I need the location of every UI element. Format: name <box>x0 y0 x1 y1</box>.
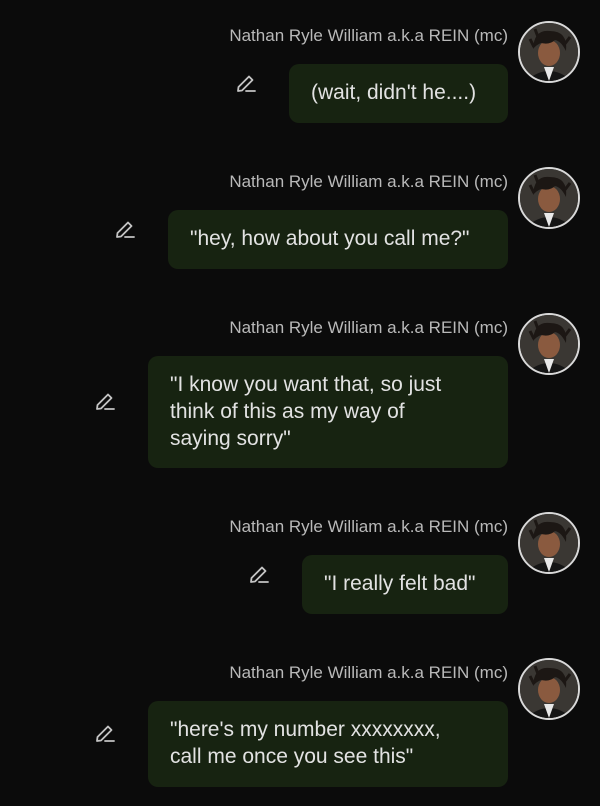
avatar[interactable] <box>518 512 580 574</box>
chat-thread: Nathan Ryle William a.k.a REIN (mc) (wai… <box>0 0 600 806</box>
edit-pencil-icon[interactable] <box>113 218 137 242</box>
sender-name: Nathan Ryle William a.k.a REIN (mc) <box>229 172 508 191</box>
message-bubble[interactable]: "hey, how about you call me?" <box>168 210 508 269</box>
avatar[interactable] <box>518 658 580 720</box>
sender-name: Nathan Ryle William a.k.a REIN (mc) <box>229 517 508 536</box>
avatar[interactable] <box>518 167 580 229</box>
message-bubble[interactable]: "I know you want that, so just think of … <box>148 356 508 468</box>
edit-pencil-icon[interactable] <box>93 390 117 414</box>
edit-pencil-icon[interactable] <box>247 563 271 587</box>
edit-pencil-icon[interactable] <box>234 72 258 96</box>
avatar[interactable] <box>518 313 580 375</box>
message-bubble[interactable]: "here's my number xxxxxxxx, call me once… <box>148 701 508 787</box>
message-bubble[interactable]: (wait, didn't he....) <box>289 64 508 123</box>
message-bubble[interactable]: "I really felt bad" <box>302 555 508 614</box>
avatar[interactable] <box>518 21 580 83</box>
sender-name: Nathan Ryle William a.k.a REIN (mc) <box>229 26 508 45</box>
sender-name: Nathan Ryle William a.k.a REIN (mc) <box>229 663 508 682</box>
sender-name: Nathan Ryle William a.k.a REIN (mc) <box>229 318 508 337</box>
edit-pencil-icon[interactable] <box>93 722 117 746</box>
